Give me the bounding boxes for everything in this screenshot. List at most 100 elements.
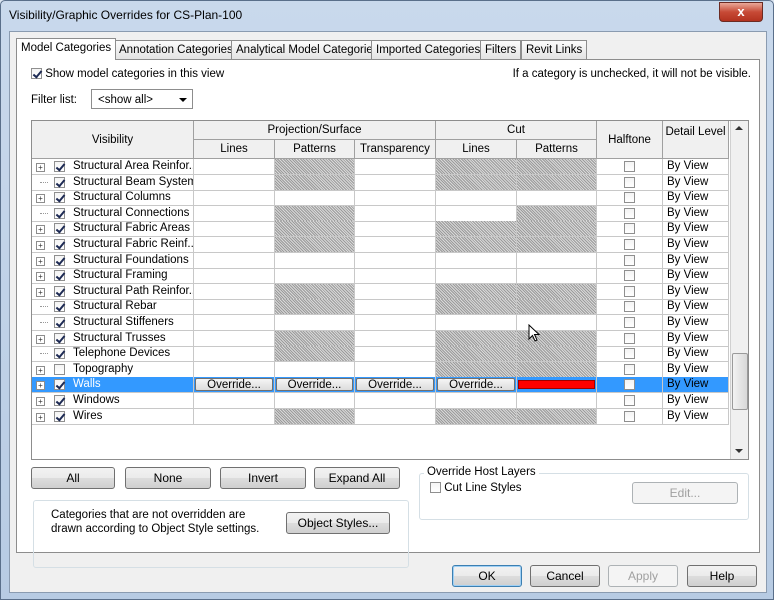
cut-patterns-cell[interactable]	[517, 377, 597, 394]
table-row[interactable]: Telephone Devices By View	[32, 346, 729, 363]
halftone-checkbox[interactable]	[624, 223, 635, 235]
category-name-cell[interactable]: Structural Beam Systems	[32, 174, 194, 191]
transparency-cell[interactable]	[355, 174, 436, 191]
tab-analytical-model-categories[interactable]: Analytical Model Categories	[231, 40, 384, 59]
detail-level-cell[interactable]: By View	[663, 237, 729, 253]
category-visibility-checkbox[interactable]	[54, 332, 65, 344]
detail-level-cell[interactable]: By View	[663, 330, 729, 347]
transparency-cell[interactable]	[355, 159, 436, 175]
category-name-cell[interactable]: + Windows	[32, 393, 194, 409]
ok-button[interactable]: OK	[452, 565, 522, 587]
expand-plus-icon[interactable]: +	[36, 397, 45, 406]
halftone-cell[interactable]	[597, 408, 663, 425]
category-visibility-checkbox[interactable]	[54, 223, 65, 235]
transparency-cell[interactable]	[355, 190, 436, 207]
table-row[interactable]: + Structural Fabric Areas By View	[32, 221, 729, 238]
cut-patterns-cell[interactable]	[517, 299, 597, 316]
halftone-cell[interactable]	[597, 237, 663, 253]
table-row[interactable]: + Structural Columns By View	[32, 190, 729, 207]
transparency-cell[interactable]	[355, 330, 436, 347]
category-visibility-checkbox[interactable]	[54, 207, 65, 219]
detail-level-cell[interactable]: By View	[663, 205, 729, 222]
proj-lines-cell[interactable]	[194, 159, 275, 175]
proj-patterns-cell[interactable]: Override...	[275, 377, 355, 394]
halftone-checkbox[interactable]	[624, 192, 635, 204]
halftone-cell[interactable]	[597, 315, 663, 331]
halftone-checkbox[interactable]	[624, 332, 635, 344]
detail-level-cell[interactable]: By View	[663, 252, 729, 269]
proj-lines-cell[interactable]	[194, 299, 275, 316]
halftone-cell[interactable]	[597, 330, 663, 347]
header-cut-patterns[interactable]: Patterns	[517, 140, 597, 159]
scroll-down-icon[interactable]	[735, 449, 743, 453]
expand-plus-icon[interactable]: +	[36, 256, 45, 266]
halftone-checkbox[interactable]	[624, 363, 635, 375]
table-row[interactable]: + Wires By View	[32, 408, 729, 425]
category-name-cell[interactable]: + Structural Path Reinfor...	[32, 283, 194, 300]
table-row[interactable]: Structural Beam Systems By View	[32, 174, 729, 191]
transparency-cell[interactable]	[355, 346, 436, 363]
transparency-cell[interactable]	[355, 393, 436, 409]
proj-patterns-cell[interactable]	[275, 237, 355, 253]
category-visibility-checkbox[interactable]	[54, 348, 65, 360]
cut-patterns-cell[interactable]	[517, 408, 597, 425]
filter-list-dropdown[interactable]: <show all>	[91, 89, 193, 109]
transparency-cell[interactable]	[355, 283, 436, 300]
show-categories-checkbox[interactable]	[31, 68, 42, 80]
cut-pattern-color-swatch[interactable]	[518, 380, 595, 390]
expand-plus-icon[interactable]: +	[36, 412, 45, 422]
scroll-thumb[interactable]	[732, 353, 748, 410]
proj-patterns-cell[interactable]	[275, 283, 355, 300]
halftone-checkbox[interactable]	[624, 317, 635, 328]
cut-patterns-cell[interactable]	[517, 205, 597, 222]
halftone-cell[interactable]	[597, 159, 663, 175]
table-row[interactable]: + Structural Area Reinfor... By View	[32, 159, 729, 175]
table-row[interactable]: + Topography By View	[32, 361, 729, 378]
proj-lines-cell[interactable]	[194, 174, 275, 191]
transparency-cell[interactable]	[355, 408, 436, 425]
override-button[interactable]: Override...	[195, 378, 273, 392]
halftone-checkbox[interactable]	[624, 270, 635, 282]
proj-patterns-cell[interactable]	[275, 361, 355, 378]
proj-lines-cell[interactable]	[194, 346, 275, 363]
halftone-checkbox[interactable]	[624, 176, 635, 188]
category-visibility-checkbox[interactable]	[54, 301, 65, 313]
cut-patterns-cell[interactable]	[517, 268, 597, 285]
header-projection-lines[interactable]: Lines	[194, 140, 275, 159]
category-visibility-checkbox[interactable]	[54, 161, 65, 172]
cut-patterns-cell[interactable]	[517, 283, 597, 300]
proj-lines-cell[interactable]	[194, 408, 275, 425]
category-visibility-checkbox[interactable]	[54, 410, 65, 422]
tab-imported-categories[interactable]: Imported Categories	[371, 40, 486, 59]
override-button[interactable]: Override...	[356, 378, 434, 392]
proj-lines-cell[interactable]	[194, 268, 275, 285]
halftone-checkbox[interactable]	[624, 285, 635, 297]
override-button[interactable]: Override...	[276, 378, 353, 392]
table-row[interactable]: + Walls Override... Override... Override... O…	[32, 377, 729, 394]
transparency-cell[interactable]	[355, 361, 436, 378]
cut-lines-cell[interactable]	[436, 268, 517, 285]
detail-level-cell[interactable]: By View	[663, 393, 729, 409]
category-visibility-checkbox[interactable]	[54, 363, 65, 375]
cut-lines-cell[interactable]	[436, 237, 517, 253]
detail-level-cell[interactable]: By View	[663, 174, 729, 191]
category-visibility-checkbox[interactable]	[54, 192, 65, 204]
cut-lines-cell[interactable]	[436, 174, 517, 191]
cut-lines-cell[interactable]	[436, 346, 517, 363]
cut-patterns-cell[interactable]	[517, 346, 597, 363]
expand-plus-icon[interactable]: +	[36, 381, 45, 391]
cut-patterns-cell[interactable]	[517, 361, 597, 378]
transparency-cell[interactable]	[355, 237, 436, 253]
proj-patterns-cell[interactable]	[275, 408, 355, 425]
halftone-checkbox[interactable]	[624, 254, 635, 266]
proj-patterns-cell[interactable]	[275, 268, 355, 285]
cut-lines-cell[interactable]	[436, 408, 517, 425]
category-name-cell[interactable]: + Structural Columns	[32, 190, 194, 207]
expand-plus-icon[interactable]: +	[36, 194, 45, 204]
halftone-cell[interactable]	[597, 393, 663, 409]
transparency-cell[interactable]	[355, 268, 436, 285]
header-detail-level[interactable]: Detail Level	[663, 121, 729, 159]
show-categories-row[interactable]: Show model categories in this view	[31, 68, 224, 80]
halftone-cell[interactable]	[597, 190, 663, 207]
proj-lines-cell[interactable]	[194, 315, 275, 331]
